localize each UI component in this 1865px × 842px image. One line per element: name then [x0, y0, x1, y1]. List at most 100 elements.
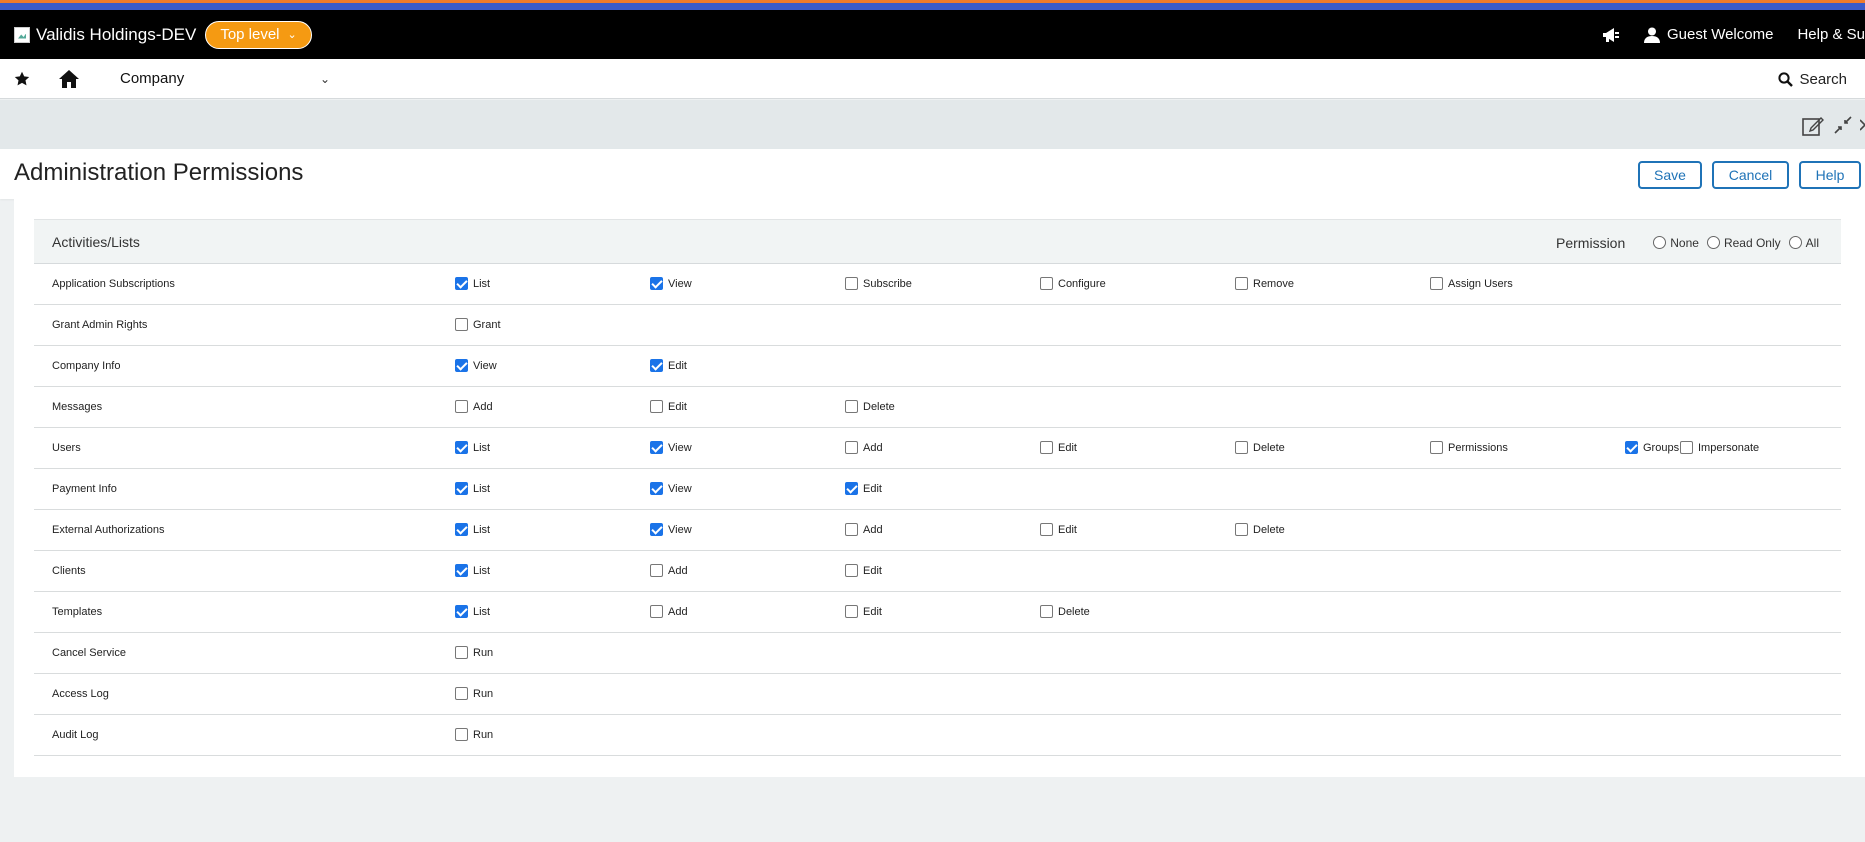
- permission-option-all[interactable]: All: [1788, 236, 1819, 250]
- checkbox[interactable]: [1680, 441, 1693, 454]
- permission-checkbox-list[interactable]: List: [455, 605, 490, 618]
- permission-checkbox-run[interactable]: Run: [455, 687, 493, 700]
- permission-checkbox-view[interactable]: View: [455, 359, 497, 372]
- brand[interactable]: Validis Holdings-DEV: [14, 25, 196, 45]
- permission-checkbox-subscribe[interactable]: Subscribe: [845, 277, 912, 290]
- permission-checkbox-edit[interactable]: Edit: [650, 359, 687, 372]
- checkbox[interactable]: [650, 277, 663, 290]
- checkbox[interactable]: [845, 277, 858, 290]
- permission-checkbox-groups[interactable]: Groups: [1625, 441, 1679, 454]
- home-icon[interactable]: [58, 69, 80, 89]
- radio-all[interactable]: [1788, 236, 1802, 249]
- announcements-button[interactable]: [1602, 27, 1620, 43]
- checkbox-label: List: [473, 482, 491, 495]
- edit-window-icon[interactable]: [1802, 115, 1824, 137]
- checkbox-label: Edit: [668, 400, 687, 413]
- checkbox-label: Grant: [473, 318, 501, 331]
- cancel-button[interactable]: Cancel: [1712, 161, 1789, 189]
- checkbox[interactable]: [455, 441, 468, 454]
- checkbox[interactable]: [845, 482, 858, 495]
- permission-checkbox-list[interactable]: List: [455, 482, 490, 495]
- permission-checkbox-impersonate[interactable]: Impersonate: [1680, 441, 1759, 454]
- permission-checkbox-run[interactable]: Run: [455, 728, 493, 741]
- permission-checkbox-delete[interactable]: Delete: [1235, 523, 1285, 536]
- checkbox[interactable]: [455, 277, 468, 290]
- permission-checkbox-list[interactable]: List: [455, 277, 490, 290]
- permission-checkbox-list[interactable]: List: [455, 523, 490, 536]
- permission-checkbox-view[interactable]: View: [650, 441, 692, 454]
- radio-read-only[interactable]: [1706, 236, 1720, 249]
- permission-checkbox-permissions[interactable]: Permissions: [1430, 441, 1508, 454]
- permission-checkbox-edit[interactable]: Edit: [1040, 441, 1077, 454]
- permission-checkbox-add[interactable]: Add: [650, 605, 688, 618]
- checkbox[interactable]: [650, 605, 663, 618]
- permission-option-read-only[interactable]: Read Only: [1706, 236, 1781, 250]
- checkbox[interactable]: [455, 605, 468, 618]
- checkbox[interactable]: [455, 359, 468, 372]
- permission-checkbox-add[interactable]: Add: [455, 400, 493, 413]
- permission-checkbox-grant[interactable]: Grant: [455, 318, 501, 331]
- checkbox[interactable]: [455, 400, 468, 413]
- user-menu[interactable]: Guest Welcome: [1644, 26, 1773, 43]
- checkbox[interactable]: [455, 728, 468, 741]
- permission-checkbox-assign-users[interactable]: Assign Users: [1430, 277, 1513, 290]
- checkbox[interactable]: [455, 564, 468, 577]
- checkbox[interactable]: [455, 646, 468, 659]
- help-support-link[interactable]: Help & Su: [1797, 26, 1865, 43]
- checkbox[interactable]: [650, 523, 663, 536]
- checkbox[interactable]: [650, 400, 663, 413]
- permission-checkbox-edit[interactable]: Edit: [845, 564, 882, 577]
- checkbox[interactable]: [650, 564, 663, 577]
- radio-none[interactable]: [1653, 236, 1667, 249]
- company-select[interactable]: Company ⌄: [120, 70, 330, 87]
- permission-checkbox-add[interactable]: Add: [650, 564, 688, 577]
- permission-checkbox-edit[interactable]: Edit: [1040, 523, 1077, 536]
- checkbox[interactable]: [845, 523, 858, 536]
- permission-checkbox-edit[interactable]: Edit: [650, 400, 687, 413]
- close-icon[interactable]: [1860, 115, 1865, 135]
- checkbox[interactable]: [1040, 277, 1053, 290]
- checkbox[interactable]: [845, 564, 858, 577]
- checkbox[interactable]: [650, 482, 663, 495]
- permission-checkbox-view[interactable]: View: [650, 482, 692, 495]
- search-button[interactable]: Search: [1778, 59, 1847, 99]
- checkbox[interactable]: [1040, 523, 1053, 536]
- help-button[interactable]: Help: [1799, 161, 1861, 189]
- permission-checkbox-add[interactable]: Add: [845, 441, 883, 454]
- checkbox[interactable]: [455, 482, 468, 495]
- permission-checkbox-configure[interactable]: Configure: [1040, 277, 1106, 290]
- permission-checkbox-edit[interactable]: Edit: [845, 482, 882, 495]
- checkbox[interactable]: [1235, 441, 1248, 454]
- checkbox[interactable]: [845, 441, 858, 454]
- checkbox[interactable]: [1235, 277, 1248, 290]
- permission-checkbox-view[interactable]: View: [650, 277, 692, 290]
- checkbox[interactable]: [455, 523, 468, 536]
- permission-checkbox-list[interactable]: List: [455, 441, 490, 454]
- permission-checkbox-list[interactable]: List: [455, 564, 490, 577]
- permission-checkbox-run[interactable]: Run: [455, 646, 493, 659]
- checkbox[interactable]: [845, 605, 858, 618]
- checkbox[interactable]: [1235, 523, 1248, 536]
- level-selector[interactable]: Top level ⌄: [205, 20, 312, 49]
- checkbox[interactable]: [650, 359, 663, 372]
- checkbox[interactable]: [845, 400, 858, 413]
- collapse-icon[interactable]: [1833, 115, 1853, 135]
- star-icon[interactable]: [14, 71, 30, 87]
- checkbox[interactable]: [1625, 441, 1638, 454]
- permission-checkbox-delete[interactable]: Delete: [1235, 441, 1285, 454]
- checkbox[interactable]: [1430, 441, 1443, 454]
- checkbox[interactable]: [1040, 605, 1053, 618]
- checkbox[interactable]: [1040, 441, 1053, 454]
- permission-checkbox-delete[interactable]: Delete: [845, 400, 895, 413]
- permission-checkbox-delete[interactable]: Delete: [1040, 605, 1090, 618]
- permission-checkbox-remove[interactable]: Remove: [1235, 277, 1294, 290]
- permission-checkbox-edit[interactable]: Edit: [845, 605, 882, 618]
- checkbox[interactable]: [455, 687, 468, 700]
- permission-checkbox-view[interactable]: View: [650, 523, 692, 536]
- checkbox[interactable]: [1430, 277, 1443, 290]
- checkbox[interactable]: [455, 318, 468, 331]
- permission-checkbox-add[interactable]: Add: [845, 523, 883, 536]
- checkbox[interactable]: [650, 441, 663, 454]
- save-button[interactable]: Save: [1638, 161, 1702, 189]
- permission-option-none[interactable]: None: [1653, 236, 1699, 250]
